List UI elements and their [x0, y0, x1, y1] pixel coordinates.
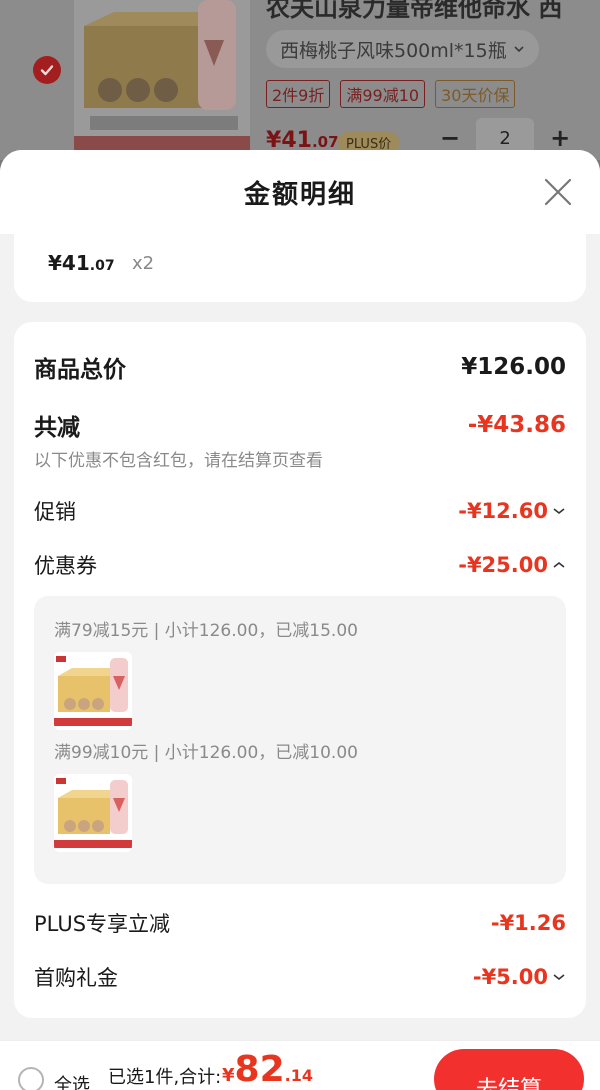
- chevron-down-icon: [514, 46, 524, 53]
- checkout-bar: 全选 已选1件,合计: ¥82.14 去结算: [0, 1040, 600, 1090]
- coupon-product-thumb: [54, 652, 132, 730]
- background-cart-item: 农夫山泉力量帝维他命水 西 西梅桃子风味500ml*15瓶 2件9折 满99减1…: [0, 0, 600, 160]
- chevron-down-icon: [553, 974, 565, 981]
- discount-label: 共减: [34, 415, 80, 441]
- item-checkbox[interactable]: [33, 56, 61, 84]
- total-value: ¥126.00: [461, 354, 566, 380]
- promo-value: -¥12.60: [458, 499, 566, 523]
- plus-discount-value: -¥1.26: [490, 911, 566, 935]
- discount-value: -¥43.86: [467, 412, 566, 438]
- promo-tag: 满99减10: [340, 80, 426, 108]
- check-icon: [40, 65, 54, 76]
- first-purchase-row[interactable]: 首购礼金 -¥5.00: [34, 962, 566, 992]
- chevron-down-icon: [553, 508, 565, 515]
- increase-button[interactable]: +: [550, 124, 570, 152]
- checkout-button[interactable]: 去结算: [434, 1049, 584, 1090]
- discount-note: 以下优惠不包含红包，请在结算页查看: [34, 451, 323, 471]
- coupon-detail-line: 满79减15元 | 小计126.00，已减15.00: [54, 621, 358, 641]
- chevron-up-icon: [553, 561, 565, 568]
- product-image[interactable]: [74, 0, 250, 155]
- decrease-button[interactable]: −: [440, 124, 460, 152]
- product-title[interactable]: 农夫山泉力量帝维他命水 西: [266, 0, 562, 23]
- promo-tags: 2件9折 满99减10 30天价保: [266, 80, 516, 108]
- first-purchase-label: 首购礼金: [34, 966, 118, 990]
- item-summary-card: ¥41.07 x2: [14, 234, 586, 302]
- select-all-checkbox[interactable]: [18, 1067, 44, 1090]
- selection-summary: 已选1件,合计:: [108, 1067, 222, 1088]
- close-icon[interactable]: [542, 176, 574, 208]
- promo-label: 促销: [34, 500, 76, 524]
- amount-detail-sheet: 金额明细 ¥41.07 x2 商品总价 ¥126.00 共减 -¥43.86 以…: [0, 150, 600, 1040]
- sheet-header: 金额明细: [0, 150, 600, 234]
- sku-selector[interactable]: 西梅桃子风味500ml*15瓶: [266, 30, 539, 68]
- coupon-label: 优惠券: [34, 554, 97, 578]
- plus-discount-row: PLUS专享立减 -¥1.26: [34, 908, 566, 938]
- item-quantity: x2: [132, 253, 155, 274]
- coupon-value: -¥25.00: [458, 553, 566, 577]
- promo-tag: 30天价保: [435, 80, 516, 108]
- promo-tag: 2件9折: [266, 80, 331, 108]
- coupon-row[interactable]: 优惠券 -¥25.00: [34, 550, 566, 580]
- total-label: 商品总价: [34, 357, 126, 383]
- item-unit-price: ¥41.07: [48, 251, 115, 275]
- plus-discount-label: PLUS专享立减: [34, 912, 171, 936]
- coupon-product-thumb: [54, 774, 132, 852]
- coupon-detail-box: 满79减15元 | 小计126.00，已减15.00 满99减10元 | 小计1…: [34, 596, 566, 884]
- select-all-label[interactable]: 全选: [54, 1071, 90, 1090]
- coupon-detail-line: 满99减10元 | 小计126.00，已减10.00: [54, 743, 358, 763]
- total-row: 商品总价 ¥126.00: [34, 350, 566, 384]
- first-purchase-value: -¥5.00: [473, 965, 566, 989]
- discount-row: 共减 -¥43.86: [34, 408, 566, 442]
- sheet-title: 金额明细: [243, 179, 356, 210]
- promo-row[interactable]: 促销 -¥12.60: [34, 496, 566, 526]
- price-breakdown-card: 商品总价 ¥126.00 共减 -¥43.86 以下优惠不包含红包，请在结算页查…: [14, 322, 586, 1018]
- total-amount[interactable]: ¥82.14: [222, 1049, 313, 1090]
- sku-label: 西梅桃子风味500ml*15瓶: [280, 39, 507, 62]
